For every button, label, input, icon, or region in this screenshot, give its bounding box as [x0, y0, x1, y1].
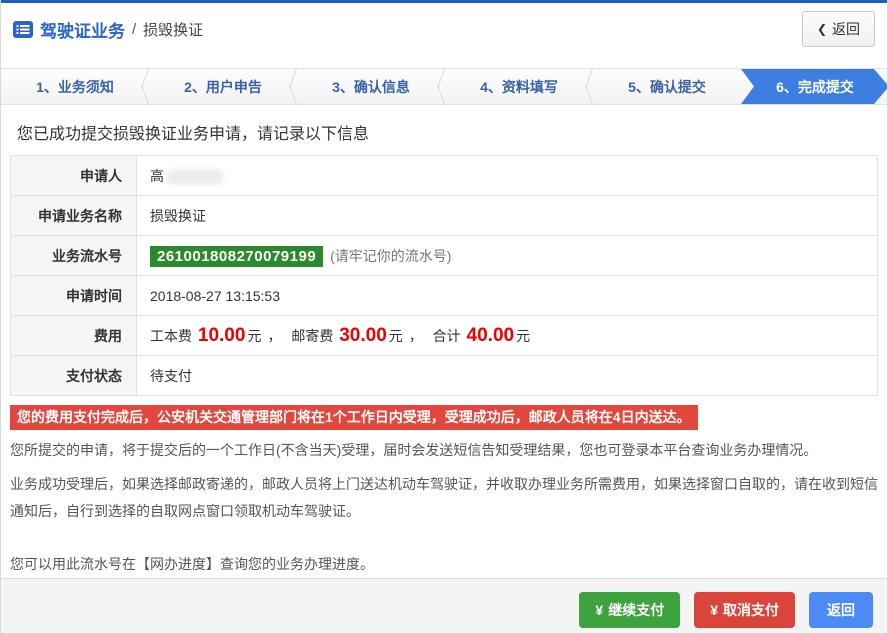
row-label: 申请人: [10, 155, 137, 196]
fee-cost-label: 工本费: [150, 327, 192, 344]
step-label: 1、业务须知: [36, 78, 114, 95]
step-5-confirm-submit: 5、确认提交: [593, 69, 741, 104]
table-row-apply-time: 申请时间 2018-08-27 13:15:53: [10, 275, 878, 316]
step-label: 3、确认信息: [332, 78, 410, 95]
breadcrumb-section[interactable]: 驾驶证业务: [40, 17, 125, 42]
step-6-complete-submit-active: 6、完成提交: [741, 69, 888, 104]
list-icon: [13, 20, 33, 38]
row-label: 费用: [10, 315, 137, 356]
pay-status-value: 待支付: [136, 355, 878, 396]
apply-time-value: 2018-08-27 13:15:53: [136, 275, 878, 316]
warning-banner: 您的费用支付完成后，公安机关交通管理部门将在1个工作日内受理，受理成功后，邮政人…: [10, 405, 698, 430]
breadcrumb-separator: /: [132, 20, 137, 38]
row-label: 支付状态: [10, 355, 137, 396]
fee-separator: ，: [267, 327, 282, 344]
notice-paragraph-1: 您所提交的申请，将于提交后的一个工作日(不含当天)受理，届时会发送短信告知受理结…: [10, 442, 818, 458]
fee-total-amount: 40.00: [466, 324, 515, 346]
step-1-business-notice: 1、业务须知: [1, 69, 149, 104]
fee-separator: ，: [408, 327, 423, 344]
fee-postage-amount: 30.00: [339, 324, 387, 346]
breadcrumb: 驾驶证业务 / 损毁换证: [13, 17, 203, 42]
fee-unit: 元: [388, 327, 403, 344]
yen-icon: ¥: [710, 602, 718, 618]
return-button[interactable]: 返回: [809, 592, 873, 628]
notice-paragraph-2: 业务成功受理后，如果选择邮政寄递的，邮政人员将上门送达机动车驾驶证，并收取办理业…: [10, 476, 878, 519]
continue-pay-button[interactable]: ¥ 继续支付: [579, 592, 681, 628]
success-message: 您已成功提交损毁换证业务申请，请记录以下信息: [17, 126, 370, 143]
row-label: 申请业务名称: [10, 195, 137, 236]
row-label: 业务流水号: [10, 235, 137, 276]
steps-bar: 1、业务须知 2、用户申告 3、确认信息 4、资料填写 5、确认提交 6、完成提…: [1, 68, 887, 105]
cancel-pay-label: 取消支付: [723, 602, 779, 618]
step-label: 5、确认提交: [628, 78, 706, 95]
return-label: 返回: [827, 602, 855, 618]
table-row-pay-status: 支付状态 待支付: [10, 355, 878, 396]
chevron-left-icon: ❮: [816, 22, 827, 36]
business-name-value: 损毁换证: [136, 195, 878, 236]
fee-unit: 元: [516, 327, 531, 344]
applicant-name: 高: [150, 167, 164, 184]
yen-icon: ¥: [595, 602, 604, 618]
table-row-applicant: 申请人 高: [10, 155, 878, 196]
step-3-confirm-info: 3、确认信息: [297, 69, 445, 104]
back-button[interactable]: ❮ 返回: [801, 11, 875, 47]
fee-unit: 元: [247, 327, 262, 344]
back-button-label: 返回: [832, 21, 860, 37]
row-label: 申请时间: [10, 275, 137, 316]
step-label: 4、资料填写: [480, 78, 558, 95]
warning-wrap: 您的费用支付完成后，公安机关交通管理部门将在1个工作日内受理，受理成功后，邮政人…: [10, 405, 878, 430]
serial-note: (请牢记你的流水号): [330, 247, 452, 264]
step-2-user-declaration: 2、用户申告: [149, 69, 297, 104]
fee-total-label: 合计: [432, 327, 461, 344]
notice-paragraph-3: 您可以用此流水号在【网办进度】查询您的业务办理进度。: [10, 556, 374, 572]
step-label: 2、用户申告: [184, 78, 262, 95]
step-4-fill-data: 4、资料填写: [445, 69, 593, 104]
breadcrumb-current: 损毁换证: [143, 21, 204, 39]
footer-actions: ¥ 继续支付 ¥ 取消支付 返回: [1, 578, 887, 633]
header: 驾驶证业务 / 损毁换证 ❮ 返回: [1, 3, 887, 55]
redacted-name-blur: [166, 168, 224, 185]
table-row-serial: 业务流水号 261001808270079199 (请牢记你的流水号): [10, 235, 878, 276]
step-label: 6、完成提交: [776, 78, 854, 95]
continue-pay-label: 继续支付: [608, 602, 665, 618]
result-info-table: 申请人 高 申请业务名称 损毁换证 业务流水号 2610018082700791…: [10, 155, 878, 396]
cancel-pay-button[interactable]: ¥ 取消支付: [694, 592, 795, 628]
serial-number-badge: 261001808270079199: [150, 245, 324, 267]
table-row-fee: 费用 工本费 10.00 元， 邮寄费 30.00 元， 合计 40.00 元: [10, 315, 878, 356]
page: 驾驶证业务 / 损毁换证 ❮ 返回 1、业务须知 2、用户申告 3、确认信息 4…: [0, 0, 888, 634]
fee-cost-amount: 10.00: [197, 324, 246, 346]
table-row-business-name: 申请业务名称 损毁换证: [10, 195, 878, 236]
fee-postage-label: 邮寄费: [291, 327, 334, 344]
